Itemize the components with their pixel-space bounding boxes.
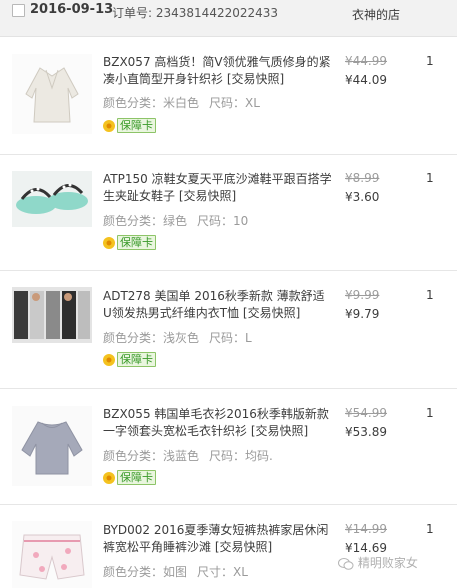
product-attributes: 颜色分类：如图 尺寸：XL: [103, 565, 248, 579]
product-thumbnail[interactable]: [12, 54, 92, 134]
order-number-value: 2343814422022433: [155, 6, 279, 20]
order-number: 订单号: 2343814422022433: [112, 4, 278, 21]
product-thumbnail[interactable]: [12, 521, 92, 588]
paid-price: ¥14.69: [345, 541, 387, 555]
product-attributes: 颜色分类：浅灰色 尺码：L: [103, 331, 252, 345]
shirts-image: [12, 287, 92, 343]
product-title-link[interactable]: BZX057 高档货！简V领优雅气质修身的紧凑小直筒型开身针织衫 [交易快照]: [103, 54, 333, 88]
original-price: ¥14.99: [345, 522, 387, 536]
quantity: 1: [426, 171, 434, 185]
shop-name-link[interactable]: 衣神的店: [352, 6, 400, 23]
product-thumbnail[interactable]: [12, 171, 92, 227]
original-price: ¥44.99: [345, 54, 387, 68]
product-title-link[interactable]: ADT278 美国单 2016秋季新款 薄款舒适U领发热男式纤维内衣T恤 [交易…: [103, 288, 333, 322]
paid-price: ¥3.60: [345, 190, 380, 204]
quantity: 1: [426, 522, 434, 536]
guarantee-card-badge[interactable]: 保障卡: [102, 118, 156, 134]
guarantee-card-badge[interactable]: 保障卡: [102, 470, 156, 486]
watermark-text: 精明败家女: [357, 556, 418, 570]
original-price: ¥54.99: [345, 406, 387, 420]
quantity: 1: [426, 288, 434, 302]
flower-icon: [103, 353, 115, 366]
order-header: 2016-09-13 订单号: 2343814422022433 衣神的店: [0, 0, 457, 37]
quantity: 1: [426, 54, 434, 68]
guarantee-card-badge[interactable]: 保障卡: [102, 352, 156, 368]
order-item: ADT278 美国单 2016秋季新款 薄款舒适U领发热男式纤维内衣T恤 [交易…: [0, 271, 457, 389]
product-title-link[interactable]: ATP150 凉鞋女夏天平底沙滩鞋平跟百搭学生夹趾女鞋子 [交易快照]: [103, 171, 333, 205]
paid-price: ¥44.09: [345, 73, 387, 87]
product-thumbnail[interactable]: [12, 406, 92, 486]
product-attributes: 颜色分类：浅蓝色 尺码：均码.: [103, 449, 273, 463]
original-price: ¥9.99: [345, 288, 380, 302]
order-item: BYD002 2016夏季薄女短裤热裤家居休闲裤宽松平角睡裤沙滩 [交易快照] …: [0, 505, 457, 588]
paid-price: ¥9.79: [345, 307, 380, 321]
product-attributes: 颜色分类：绿色 尺码：10: [103, 214, 249, 228]
watermark: 精明败家女: [338, 554, 418, 571]
product-title-link[interactable]: BZX055 韩国单毛衣衫2016秋季韩版新款一字领套头宽松毛衣针织衫 [交易快…: [103, 406, 333, 440]
flower-icon: [103, 471, 115, 484]
flower-icon: [103, 236, 115, 249]
sandals-image: [12, 171, 92, 227]
product-attributes: 颜色分类：米白色 尺码：XL: [103, 96, 260, 110]
guarantee-card-badge[interactable]: 保障卡: [102, 235, 156, 251]
original-price: ¥8.99: [345, 171, 380, 185]
product-title-link[interactable]: BYD002 2016夏季薄女短裤热裤家居休闲裤宽松平角睡裤沙滩 [交易快照]: [103, 522, 333, 556]
quantity: 1: [426, 406, 434, 420]
shorts-image: [12, 521, 92, 588]
cardigan-image: [12, 54, 92, 134]
order-item: BZX057 高档货！简V领优雅气质修身的紧凑小直筒型开身针织衫 [交易快照] …: [0, 37, 457, 155]
flower-icon: [103, 119, 115, 132]
order-date: 2016-09-13: [30, 2, 114, 17]
sweater-image: [12, 406, 92, 486]
order-item: BZX055 韩国单毛衣衫2016秋季韩版新款一字领套头宽松毛衣针织衫 [交易快…: [0, 389, 457, 505]
select-order-checkbox[interactable]: [12, 4, 25, 17]
product-thumbnail[interactable]: [12, 287, 92, 343]
paid-price: ¥53.89: [345, 425, 387, 439]
order-item: ATP150 凉鞋女夏天平底沙滩鞋平跟百搭学生夹趾女鞋子 [交易快照] 颜色分类…: [0, 155, 457, 271]
wechat-icon: [338, 557, 354, 570]
order-number-label: 订单号:: [112, 6, 153, 20]
